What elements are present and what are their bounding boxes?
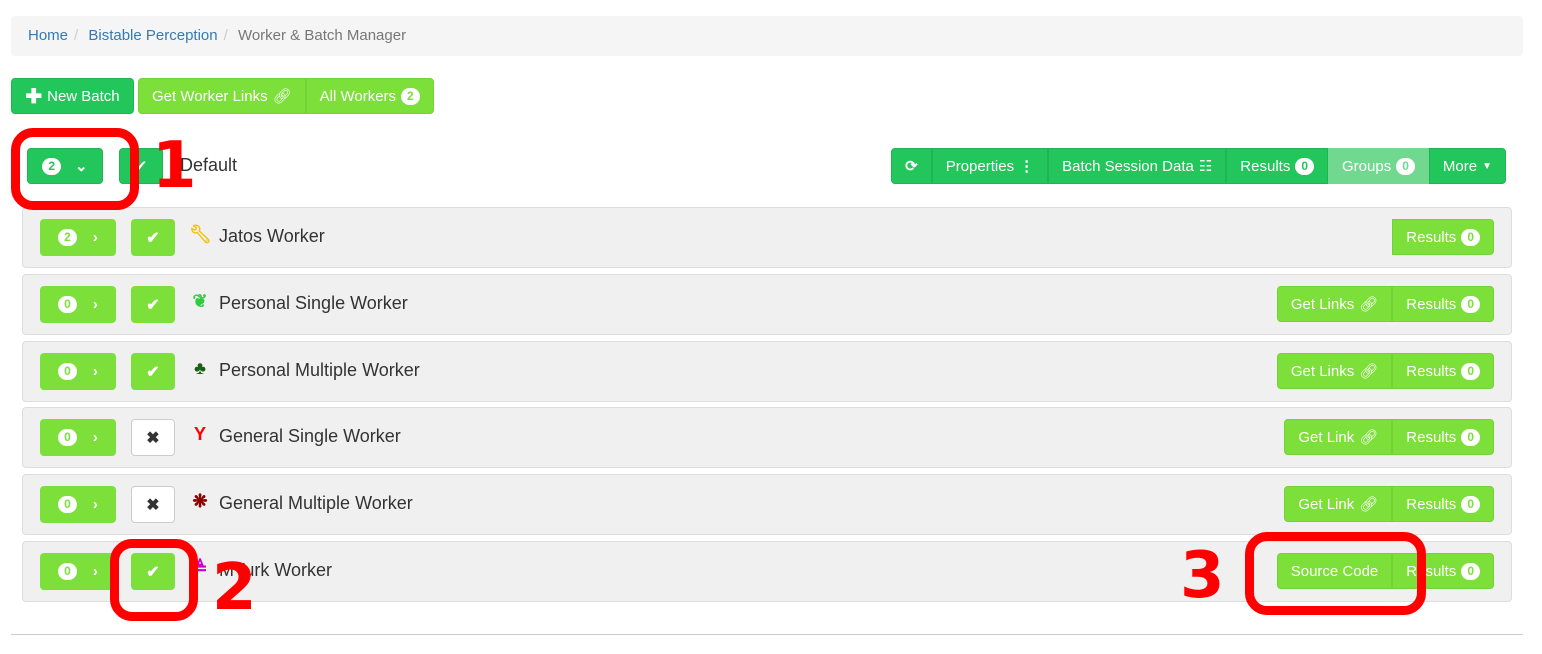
vertical-ellipsis-icon: ⋮ (1019, 158, 1035, 175)
chevron-right-icon: › (92, 296, 98, 313)
worker-results-button[interactable]: Results 0 (1392, 353, 1494, 389)
worker-row: 2 › ✔ 🔧︎ Jatos Worker Results 0 (22, 207, 1512, 268)
close-icon: ✖ (146, 429, 160, 447)
worker-expand-button[interactable]: 0 › (40, 486, 116, 523)
new-batch-button[interactable]: ✚ New Batch (11, 78, 134, 114)
count-badge: 0 (1295, 157, 1315, 175)
count-badge: 0 (1461, 428, 1480, 446)
glass-icon: Y (193, 424, 206, 444)
worker-expand-button[interactable]: 0 › (40, 286, 116, 323)
refresh-button[interactable]: ⟳ (891, 148, 932, 184)
breadcrumb-home[interactable]: Home (28, 27, 68, 44)
breadcrumb: Home / Bistable Perception / Worker & Batc… (11, 16, 1523, 56)
worker-actions: Get Link 🔗︎ Results 0 (1284, 419, 1494, 456)
count-badge: 0 (58, 563, 77, 580)
asterisk-icon: ❋ (192, 491, 208, 511)
annotation-2: 2 (212, 551, 257, 625)
worker-links-button[interactable]: Get Link 🔗︎ (1284, 486, 1393, 522)
count-badge: 2 (401, 87, 420, 105)
chevron-right-icon: › (92, 496, 98, 513)
plus-icon: ✚ (25, 85, 43, 108)
worker-results-button[interactable]: Results 0 (1392, 219, 1494, 255)
check-icon: ✔ (146, 296, 160, 314)
worker-enable-toggle[interactable]: ✖ (131, 419, 175, 456)
worker-name: General Multiple Worker (219, 493, 413, 513)
check-icon: ✔ (146, 229, 160, 247)
worker-enable-toggle[interactable]: ✔ (131, 353, 175, 390)
link-icon: 🔗︎ (1359, 496, 1379, 513)
close-icon: ✖ (146, 496, 160, 514)
count-badge: 0 (1461, 562, 1480, 580)
worker-row: 0 › ✖ ❋ General Multiple Worker Get Link 🔗… (22, 474, 1512, 535)
worker-results-button[interactable]: Results 0 (1392, 286, 1494, 322)
chevron-right-icon: › (92, 363, 98, 380)
wrench-icon: 🔧︎ (189, 224, 212, 244)
link-icon: 🔗︎ (1359, 363, 1379, 380)
get-worker-links-button[interactable]: Get Worker Links 🔗︎ (138, 78, 306, 114)
chevron-right-icon: › (92, 229, 98, 246)
annotation-3: 3 (1180, 539, 1225, 613)
highlight-box-3 (1245, 532, 1426, 615)
worker-enable-toggle[interactable]: ✔ (131, 286, 175, 323)
refresh-icon: ⟳ (905, 158, 918, 175)
worker-name: General Single Worker (219, 426, 401, 446)
count-badge: 0 (1396, 157, 1415, 175)
worker-row: 0 › ✖ Y General Single Worker Get Link 🔗︎ … (22, 407, 1512, 468)
count-badge: 0 (58, 363, 77, 380)
breadcrumb-current: Worker & Batch Manager (237, 27, 407, 44)
highlight-box-1 (11, 128, 139, 210)
caret-down-icon: ▼ (1482, 160, 1492, 172)
leaf-icon: ❦ (192, 291, 208, 311)
worker-actions: Get Links 🔗︎ Results 0 (1276, 353, 1494, 390)
worker-results-button[interactable]: Results 0 (1392, 419, 1494, 455)
count-badge: 0 (58, 296, 77, 313)
worker-row: 0 › ✔ ♣ Personal Multiple Worker Get Link… (22, 341, 1512, 402)
worker-toolbar: Get Worker Links 🔗︎ All Workers 2 (138, 78, 434, 114)
count-badge: 0 (58, 496, 77, 513)
count-badge: 0 (1461, 295, 1480, 313)
worker-name: Personal Multiple Worker (219, 360, 420, 380)
chevron-right-icon: › (92, 563, 98, 580)
batch-toolbar: ⟳ Properties ⋮ Batch Session Data ☷ Result… (891, 148, 1506, 184)
count-badge: 0 (1461, 362, 1480, 380)
count-badge: 2 (58, 229, 77, 246)
more-dropdown[interactable]: More ▼ (1428, 148, 1506, 184)
chevron-right-icon: › (92, 429, 98, 446)
tree-icon: ♣ (194, 358, 206, 378)
count-badge: 0 (1461, 495, 1480, 513)
worker-links-button[interactable]: Get Links 🔗︎ (1276, 353, 1393, 389)
worker-name: Personal Single Worker (219, 293, 408, 313)
worker-expand-button[interactable]: 2 › (40, 219, 116, 256)
breadcrumb-study[interactable]: Bistable Perception (88, 27, 217, 44)
batch-session-data-button[interactable]: Batch Session Data ☷ (1048, 148, 1227, 184)
link-icon: 🔗︎ (1359, 296, 1379, 313)
worker-enable-toggle[interactable]: ✔ (131, 219, 175, 256)
count-badge: 0 (1461, 228, 1480, 246)
count-badge: 0 (58, 429, 77, 446)
batch-results-button[interactable]: Results 0 (1226, 148, 1329, 184)
groups-button[interactable]: Groups 0 (1328, 148, 1429, 184)
link-icon: 🔗︎ (1359, 429, 1379, 446)
all-workers-button[interactable]: All Workers 2 (305, 78, 434, 114)
annotation-1: 1 (152, 129, 197, 203)
worker-results-button[interactable]: Results 0 (1392, 486, 1494, 522)
worker-expand-button[interactable]: 0 › (40, 553, 116, 590)
check-icon: ✔ (146, 363, 160, 381)
worker-actions: Get Links 🔗︎ Results 0 (1276, 286, 1494, 323)
worker-name: Jatos Worker (219, 226, 325, 246)
worker-expand-button[interactable]: 0 › (40, 419, 116, 456)
worker-actions: Results 0 (1392, 219, 1494, 256)
link-icon: 🔗︎ (272, 88, 292, 105)
worker-links-button[interactable]: Get Link 🔗︎ (1284, 419, 1393, 455)
worker-actions: Get Link 🔗︎ Results 0 (1284, 486, 1494, 523)
highlight-box-2 (110, 539, 198, 621)
properties-button[interactable]: Properties ⋮ (931, 148, 1049, 184)
divider (11, 634, 1523, 635)
worker-expand-button[interactable]: 0 › (40, 353, 116, 390)
worker-enable-toggle[interactable]: ✖ (131, 486, 175, 523)
worker-links-button[interactable]: Get Links 🔗︎ (1276, 286, 1393, 322)
list-icon: ☷ (1198, 158, 1213, 175)
worker-row: 0 › ✔ ❦ Personal Single Worker Get Links 🔗… (22, 274, 1512, 335)
